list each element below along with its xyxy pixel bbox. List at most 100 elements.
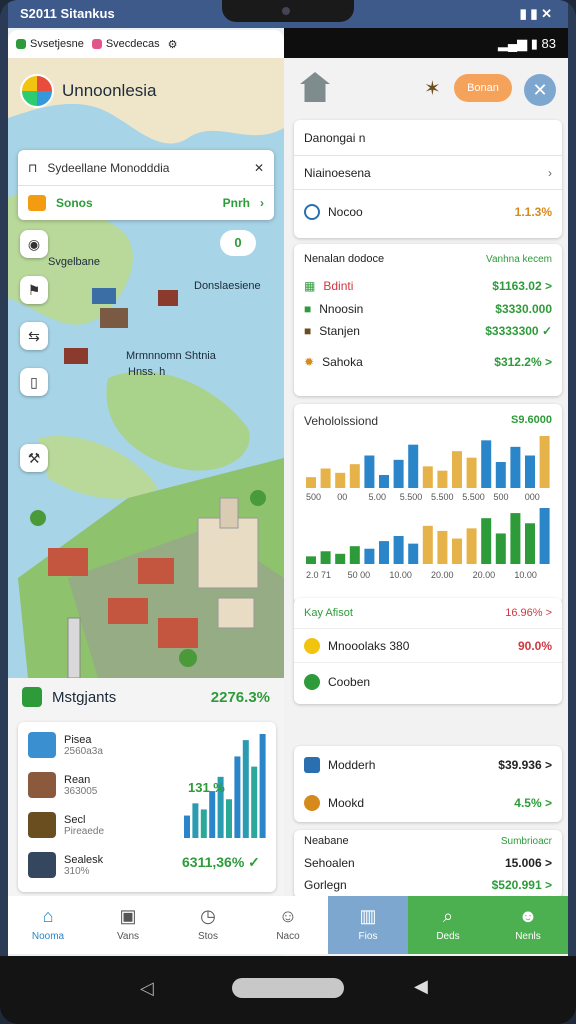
mini-bar	[200, 809, 207, 838]
item-sub: Pireaede	[64, 825, 105, 837]
nav-deds[interactable]: ⌕ Deds	[408, 896, 488, 954]
chart-bar	[481, 440, 492, 488]
bottom-row[interactable]: Gorlegn $520.991 >	[294, 874, 562, 896]
nav-home[interactable]: ⌂ Nooma	[8, 896, 88, 954]
tower-icon: ⊓	[28, 160, 38, 175]
nav-stos[interactable]: ◷ Stos	[168, 896, 248, 954]
clock-icon: ◷	[200, 906, 216, 926]
row-label: Nnoosin	[319, 302, 364, 316]
device-frame: S2011 Sitankus ▮ ▮ ✕ ▂▄▆ ▮ 83 Svsetjesne…	[0, 0, 576, 1024]
list-item[interactable]: Rean 363005	[28, 772, 97, 798]
close-button[interactable]: ✕	[524, 74, 556, 106]
search-icon: ⌕	[442, 906, 454, 926]
list-card: Kay Afisot 16.96% > Mnooolaks 380 90.0% Co…	[294, 598, 562, 704]
row-label: Sahoka	[322, 355, 363, 369]
row-label: Cooben	[328, 674, 371, 689]
filter-icon	[28, 195, 46, 211]
item-sub: 363005	[64, 785, 98, 797]
metrics-card: Mstgjants 2276.3% Pisea 2560a3a Rean 36300…	[8, 678, 284, 898]
list-row[interactable]: Mnooolaks 380 90.0%	[294, 628, 562, 662]
chart-tick-label: 500	[306, 492, 321, 502]
small-card: Modderh $39.936 > Mookd 4.5% >	[294, 746, 562, 822]
row-label: Nocoo	[328, 205, 363, 219]
home-pill-button[interactable]	[232, 978, 344, 998]
row-value: 4.5% >	[514, 796, 552, 810]
route-icon[interactable]: ⇆	[20, 322, 48, 350]
list-item[interactable]: Secl Pireaede	[28, 812, 104, 838]
action-pill-button[interactable]: Bonan	[454, 74, 512, 102]
clock-icon	[304, 795, 320, 811]
item-name: Sealesk	[64, 853, 104, 866]
stats-card: Nenalan dodoce Vanhna kecem ▦ Bdinti $1163.…	[294, 244, 562, 396]
tools-icon[interactable]: ⚒	[20, 444, 48, 472]
tab-3[interactable]: ⚙	[168, 38, 178, 51]
stat-row[interactable]: ■ Nnoosin $3330.000	[294, 298, 562, 320]
camera-icon	[282, 7, 290, 15]
stat-row[interactable]: ▦ Bdinti $1163.02 >	[294, 274, 562, 298]
stat-row[interactable]: ✹ Sahoka $312.2% >	[294, 342, 562, 382]
right-panel: ✶ Bonan ✕ Danongai n Niainoesena › Nocoo 1…	[284, 58, 568, 898]
chart-tick-label: 5.00	[369, 492, 387, 502]
layers-icon[interactable]: ◉	[20, 230, 48, 258]
coin-icon	[304, 637, 320, 654]
pin-icon[interactable]: ⚑	[20, 276, 48, 304]
gift-icon[interactable]: ✶	[424, 76, 441, 101]
chart-bar	[481, 518, 492, 564]
row-value: 90.0%	[517, 638, 552, 653]
small-row[interactable]: Mookd 4.5% >	[294, 784, 562, 822]
chart-bar	[466, 457, 477, 488]
nav-label: Stos	[197, 931, 218, 942]
mini-bar	[259, 734, 266, 838]
tab-2[interactable]: Svecdecas	[91, 38, 160, 50]
temple-icon[interactable]	[300, 72, 330, 102]
bar-chart: 500 00 5.00 5.500 5.500 5.500 500 000 2.0 71 50 0…	[306, 436, 550, 580]
close-icon[interactable]: ✕	[254, 161, 264, 175]
camera-notch	[222, 0, 354, 22]
bottom-row[interactable]: Sehoalen 15.006 >	[294, 852, 562, 874]
chart-bar	[349, 464, 360, 488]
list-item[interactable]: Pisea 2560a3a	[28, 732, 103, 758]
chart-tick-label: 00	[337, 492, 347, 502]
filter-label: Sonos	[56, 196, 93, 210]
nav-nenls[interactable]: ☻ Nenls	[488, 896, 568, 954]
small-row[interactable]: Modderh $39.936 >	[294, 746, 562, 784]
list-item[interactable]: Sealesk 310%	[28, 852, 103, 878]
chart-bar	[510, 513, 521, 564]
chart-bar	[306, 556, 316, 564]
map-label-1: Svgelbane	[48, 256, 100, 268]
map-view[interactable]: Unnoonlesia ⊓ Sydeellane Monodddia ✕ Son…	[8, 58, 284, 678]
grid-icon: ▥	[359, 906, 377, 926]
sun-icon: ✹	[304, 355, 315, 369]
chart-bar	[452, 538, 462, 564]
chart-bar	[349, 546, 360, 564]
row-label: Niainoesena	[304, 165, 371, 180]
card-row[interactable]: Nocoo 1.1.3%	[294, 190, 562, 234]
chart-tick-label: 5.500	[431, 492, 454, 502]
nav-label: Nenls	[515, 931, 541, 942]
row-value: $520.991 >	[491, 878, 552, 892]
tab-favicon-icon	[16, 39, 26, 49]
tab-1[interactable]: Svsetjesne	[16, 38, 84, 50]
nav-fios[interactable]: ▥ Fios	[328, 896, 408, 954]
chart-bar	[335, 553, 346, 564]
right-status-bar: ▂▄▆ ▮ 83	[284, 28, 568, 58]
row-value: 15.006 >	[504, 856, 552, 870]
card-row[interactable]: Niainoesena ›	[294, 156, 562, 190]
list-row[interactable]: Cooben	[294, 662, 562, 700]
nav-vans[interactable]: ▣ Vans	[88, 896, 168, 954]
phone-icon[interactable]: ▯	[20, 368, 48, 396]
metrics-header: Mstgjants 2276.3%	[8, 678, 284, 716]
back-icon[interactable]: ◁	[140, 978, 154, 999]
nav-naco[interactable]: ☺ Naco	[248, 896, 328, 954]
stat-row[interactable]: ■ Stanjen $3333300 ✓	[294, 320, 562, 342]
chevron-right-icon: ›	[548, 165, 552, 180]
row-label: Mookd	[328, 796, 365, 810]
building-icon	[28, 852, 56, 878]
item-name: Secl	[64, 813, 86, 826]
chart-bar	[379, 541, 389, 564]
recents-icon[interactable]: ◀	[414, 976, 428, 997]
map-bubble[interactable]: 0	[220, 230, 256, 256]
filter-row[interactable]: Sonos Pnrh ›	[18, 185, 274, 220]
mini-bar	[209, 791, 216, 838]
search-row[interactable]: ⊓ Sydeellane Monodddia ✕	[18, 150, 274, 185]
